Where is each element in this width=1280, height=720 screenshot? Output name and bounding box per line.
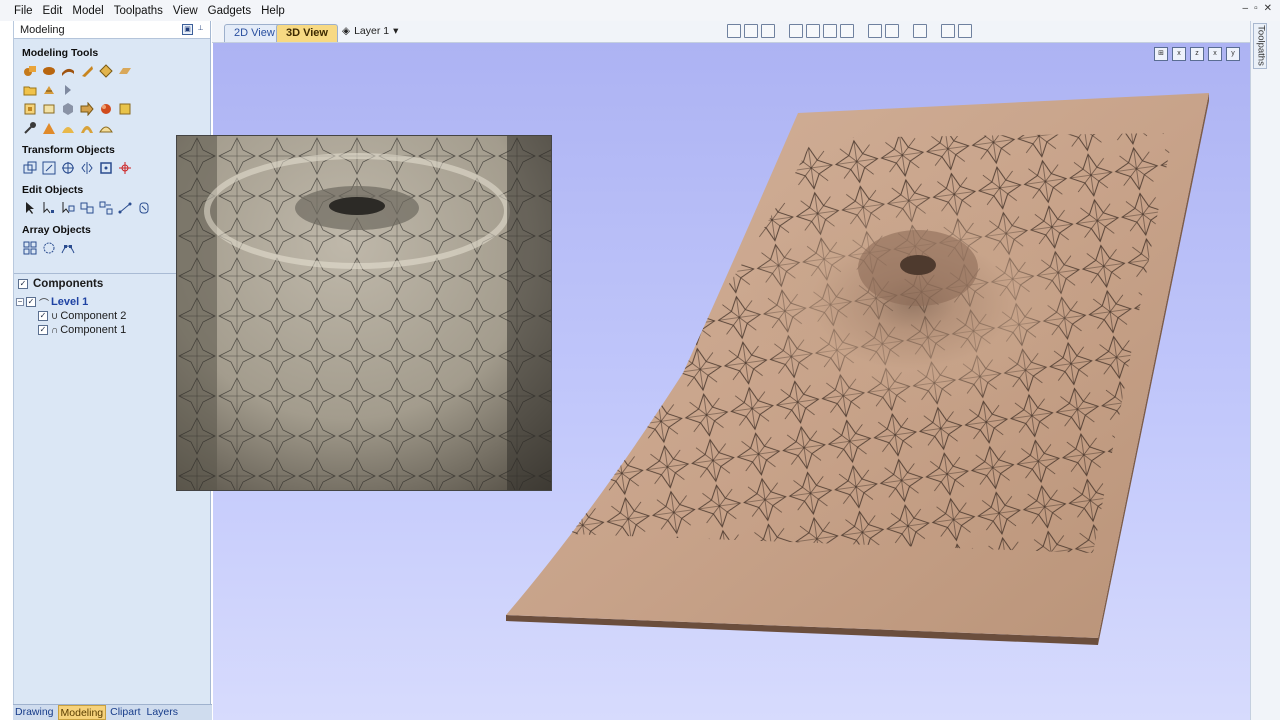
flat-texture-icon[interactable] xyxy=(117,63,133,79)
menu-view[interactable]: View xyxy=(173,5,198,17)
toolpaths-tab-label: Toolpaths xyxy=(1255,25,1267,66)
panel-title-bar: Modeling ▣ ⊥ xyxy=(14,21,210,39)
zoom-out-icon[interactable] xyxy=(840,24,854,38)
collapse-icon[interactable]: − xyxy=(16,298,24,306)
modeling-tools-heading: Modeling Tools xyxy=(22,47,99,59)
offset-icon[interactable] xyxy=(136,200,152,216)
measure-icon[interactable] xyxy=(117,200,133,216)
interactive-transform-icon[interactable] xyxy=(60,200,76,216)
extrude-icon[interactable] xyxy=(60,63,76,79)
align-icon[interactable] xyxy=(98,160,114,176)
menu-help[interactable]: Help xyxy=(261,5,285,17)
fade-icon[interactable] xyxy=(79,101,95,117)
view-toolbar: 2D View 3D View ◈ Layer 1 ▾ xyxy=(212,21,1250,43)
mirror-icon[interactable] xyxy=(60,82,76,98)
component-dish-icon: ∪ xyxy=(51,310,59,322)
chevron-down-icon: ▾ xyxy=(393,25,399,37)
component-dome-icon: ∩ xyxy=(51,324,59,336)
restore-icon[interactable]: ▫ xyxy=(1254,3,1258,14)
window-controls: – ▫ ✕ xyxy=(1243,3,1273,14)
tab-3d-view[interactable]: 3D View xyxy=(276,24,338,42)
components-title: Components xyxy=(33,277,104,290)
select-icon[interactable] xyxy=(22,200,38,216)
tab-modeling[interactable]: Modeling xyxy=(57,705,107,720)
menu-gadgets[interactable]: Gadgets xyxy=(208,5,251,17)
component-label: Component 2 xyxy=(60,310,127,322)
create-shape-icon[interactable] xyxy=(22,63,38,79)
ungroup-icon[interactable] xyxy=(98,200,114,216)
arch-icon[interactable] xyxy=(79,120,95,136)
component-checkbox[interactable]: ✓ xyxy=(38,325,48,335)
menu-toolpaths[interactable]: Toolpaths xyxy=(114,5,163,17)
close-icon[interactable]: ✕ xyxy=(1264,3,1272,14)
component-label: Component 1 xyxy=(60,324,127,336)
level-checkbox[interactable]: ✓ xyxy=(26,297,36,307)
component-checkbox[interactable]: ✓ xyxy=(38,311,48,321)
material-icon[interactable] xyxy=(913,24,927,38)
panel-pin-icon[interactable]: ⊥ xyxy=(195,24,206,35)
reference-photo xyxy=(176,135,552,491)
shape-from-image-icon[interactable] xyxy=(79,63,95,79)
dome-icon[interactable] xyxy=(60,120,76,136)
tab-drawing[interactable]: Drawing xyxy=(13,705,56,720)
panel-dock-icon[interactable]: ▣ xyxy=(182,24,193,35)
mirror-transform-icon[interactable] xyxy=(79,160,95,176)
zoom-in-icon[interactable] xyxy=(823,24,837,38)
toolpaths-tab[interactable]: Toolpaths xyxy=(1253,23,1267,69)
center-icon[interactable] xyxy=(117,160,133,176)
block-copy-icon[interactable] xyxy=(22,240,38,256)
panel-bottom-tabs: Drawing Modeling Clipart Layers xyxy=(13,704,212,720)
tab-layers[interactable]: Layers xyxy=(144,705,180,720)
menu-model[interactable]: Model xyxy=(72,5,103,17)
components-checkbox[interactable]: ✓ xyxy=(18,278,28,289)
node-edit-icon[interactable] xyxy=(41,200,57,216)
import-component-icon[interactable] xyxy=(41,82,57,98)
carved-panel-photo xyxy=(177,136,551,490)
copy-along-vectors-icon[interactable] xyxy=(60,240,76,256)
flatten-icon[interactable] xyxy=(98,120,114,136)
open-component-icon[interactable] xyxy=(22,82,38,98)
level-icon: ⌒ xyxy=(39,298,49,310)
two-rail-sweep-icon[interactable] xyxy=(41,63,57,79)
smooth-icon[interactable] xyxy=(98,101,114,117)
rotate-icon[interactable] xyxy=(60,160,76,176)
create-texture-icon[interactable] xyxy=(98,63,114,79)
right-dock: Toolpaths xyxy=(1250,21,1280,720)
group-icon[interactable] xyxy=(79,200,95,216)
sculpt-icon[interactable] xyxy=(22,120,38,136)
tab-clipart[interactable]: Clipart xyxy=(108,705,142,720)
bake-icon[interactable] xyxy=(117,101,133,117)
panel-title: Modeling xyxy=(20,23,65,36)
blend-edges-icon[interactable] xyxy=(22,101,38,117)
scale-icon[interactable] xyxy=(41,160,57,176)
tile-view-icon[interactable] xyxy=(958,24,972,38)
tilt-icon[interactable] xyxy=(41,101,57,117)
move-icon[interactable] xyxy=(22,160,38,176)
select-toggle-icon[interactable] xyxy=(868,24,882,38)
grid-icon[interactable] xyxy=(761,24,775,38)
circular-copy-icon[interactable] xyxy=(41,240,57,256)
transform-toggle-icon[interactable] xyxy=(885,24,899,38)
split-view-icon[interactable] xyxy=(941,24,955,38)
zoom-box-icon[interactable] xyxy=(744,24,758,38)
menu-file[interactable]: File xyxy=(14,5,33,17)
layer-dropdown[interactable]: ◈ Layer 1 ▾ xyxy=(342,25,398,37)
add-draft-icon[interactable] xyxy=(41,120,57,136)
zoom-extents-icon[interactable] xyxy=(727,24,741,38)
menu-edit[interactable]: Edit xyxy=(43,5,63,17)
level-label: Level 1 xyxy=(51,296,89,308)
zoom-icon[interactable] xyxy=(806,24,820,38)
minimize-icon[interactable]: – xyxy=(1243,3,1249,14)
distort-icon[interactable] xyxy=(60,101,76,117)
menu-bar: File Edit Model Toolpaths View Gadgets H… xyxy=(0,0,1280,21)
pan-icon[interactable] xyxy=(789,24,803,38)
layer-icon: ◈ xyxy=(342,25,351,37)
layer-name: Layer 1 xyxy=(354,25,390,37)
